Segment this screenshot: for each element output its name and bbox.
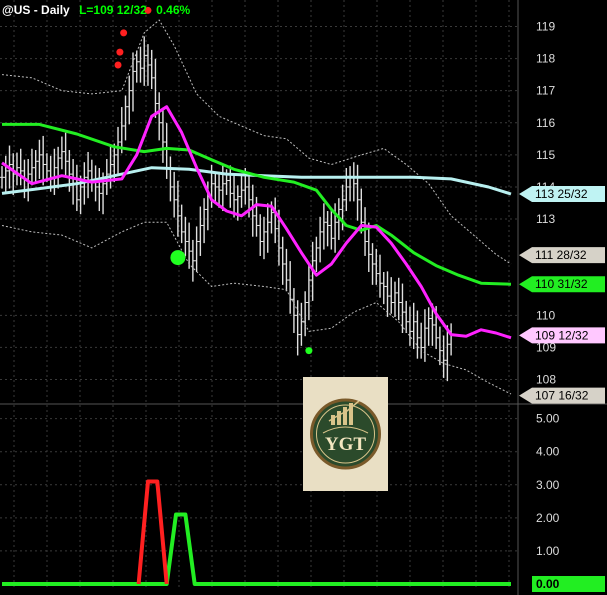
y-tick-label: 110	[536, 308, 555, 322]
signal-dot-red	[114, 61, 122, 69]
logo-text: YGT	[325, 434, 367, 455]
price-chart: 1081091101131141151161171181195.004.003.…	[0, 0, 607, 595]
price-label-text: 110 31/32	[535, 277, 588, 291]
price-label-text: 113 25/32	[535, 187, 588, 201]
y-tick-label: 108	[536, 373, 556, 387]
oscillator-value-text: 0.00	[536, 577, 560, 591]
osc-tick-label: 5.00	[536, 412, 560, 426]
signal-dot-red	[120, 29, 128, 37]
symbol-label: @US - Daily	[2, 3, 70, 17]
y-tick-label: 113	[536, 212, 555, 226]
last-price-label: L=109 12/32	[79, 3, 147, 17]
osc-tick-label: 1.00	[536, 544, 560, 558]
price-label-text: 111 28/32	[535, 248, 587, 262]
y-tick-label: 115	[536, 148, 555, 162]
signal-dot-red	[116, 48, 124, 56]
y-tick-label: 119	[536, 19, 555, 33]
signal-dot-green-small	[305, 347, 313, 355]
osc-tick-label: 2.00	[536, 511, 560, 525]
chart-background	[0, 0, 607, 595]
price-label-text: 109 12/32	[535, 328, 589, 342]
osc-tick-label: 3.00	[536, 478, 560, 492]
osc-tick-label: 4.00	[536, 445, 560, 459]
ygt-logo: YGT	[303, 377, 388, 491]
y-tick-label: 117	[536, 84, 555, 98]
y-tick-label: 118	[536, 52, 555, 66]
chart-header: @US - Daily L=109 12/32 0.46%	[2, 3, 196, 17]
price-label-text: 107 16/32	[535, 389, 589, 403]
signal-dot-green-large	[170, 250, 186, 266]
change-label: 0.46%	[156, 3, 191, 17]
y-tick-label: 116	[536, 116, 555, 130]
